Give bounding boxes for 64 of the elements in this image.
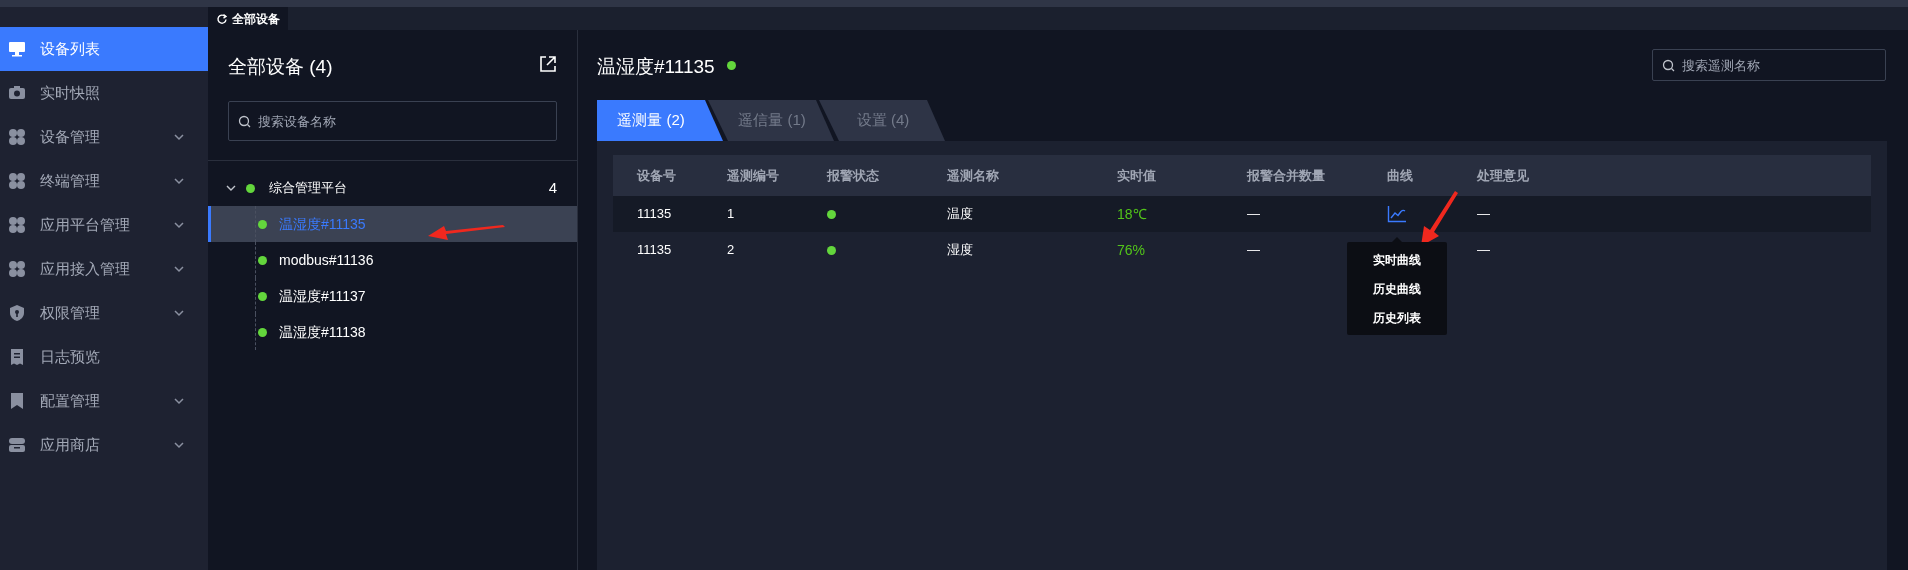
sidebar-item[interactable]: 设备列表 [0,27,208,71]
sidebar-item[interactable]: 配置管理 [0,379,208,423]
bookmark-icon [8,392,26,410]
document-icon [8,348,26,366]
menu-item[interactable]: 历史列表 [1347,303,1447,332]
tree-item[interactable]: 温湿度#11137 [208,278,577,314]
tab-corner [705,100,723,141]
tab-corner [708,100,728,141]
external-link-icon [539,55,557,73]
petals-icon [8,260,26,278]
column-header: 遥测名称 [947,166,1000,185]
column-header: 实时值 [1117,166,1157,185]
monitor-icon [8,40,26,58]
menu-item[interactable]: 历史曲线 [1347,274,1447,303]
refresh-icon [216,12,228,25]
sidebar-item[interactable]: 设备管理 [0,115,208,159]
sidebar-item[interactable]: 日志预览 [0,335,208,379]
petals-icon [8,172,26,190]
search-field[interactable]: 搜索设备名称 [228,101,557,141]
device-title: 温湿度#11135 [597,54,715,79]
line-chart-icon[interactable] [1387,205,1407,223]
menu-item[interactable]: 实时曲线 [1347,245,1447,274]
table-cell-text: 湿度 [947,241,973,260]
panel-title: 全部设备 (4) [228,55,333,79]
column-header: 处理意见 [1477,166,1530,185]
table-cell-text: 温度 [947,205,973,224]
sidebar-item[interactable]: 应用平台管理 [0,203,208,247]
sidebar-item[interactable]: 应用商店 [0,423,208,467]
node-label: 综合管理平台 [269,179,348,198]
tree-item[interactable]: modbus#11136 [208,242,577,278]
table-cell-text: 18℃ [1117,204,1147,224]
tab-corner [816,100,834,141]
sidebar-item[interactable]: 权限管理 [0,291,208,335]
tree-node[interactable]: 综合管理平台 4 [208,170,577,206]
camera-icon [8,84,26,102]
table-cell-text: — [1477,241,1490,260]
table-cell-text: — [1247,241,1260,260]
sidebar-item[interactable]: 终端管理 [0,159,208,203]
column-header: 设备号 [636,166,677,185]
petals-icon [8,216,26,234]
column-header: 曲线 [1387,166,1414,185]
shield-icon [8,304,26,322]
search-icon [1662,59,1675,72]
column-header: 遥测编号 [727,166,780,185]
store-icon [8,436,26,454]
table-cell-text: 11135 [637,205,672,224]
table-cell-text: — [1247,205,1260,224]
node-count: 4 [548,177,557,198]
search-icon [238,115,251,128]
sidebar-item[interactable]: 应用接入管理 [0,247,208,291]
tab-corner [927,100,945,141]
search-field[interactable]: 搜索遥测名称 [1652,49,1886,81]
sidebar-item[interactable]: 实时快照 [0,71,208,115]
column-header: 报警合并数量 [1247,166,1326,185]
table-cell-text: 2 [727,241,735,260]
table-cell-text: 1 [727,205,735,224]
petals-icon [8,128,26,146]
table-cell-text: 76% [1117,240,1146,260]
table-cell-text: 11135 [637,241,672,260]
page-tab[interactable]: 全部设备 [208,7,288,30]
tree-item[interactable]: 温湿度#11138 [208,314,577,350]
column-header: 报警状态 [827,166,880,185]
table-cell-text: — [1477,205,1490,224]
tab-corner [819,100,839,141]
